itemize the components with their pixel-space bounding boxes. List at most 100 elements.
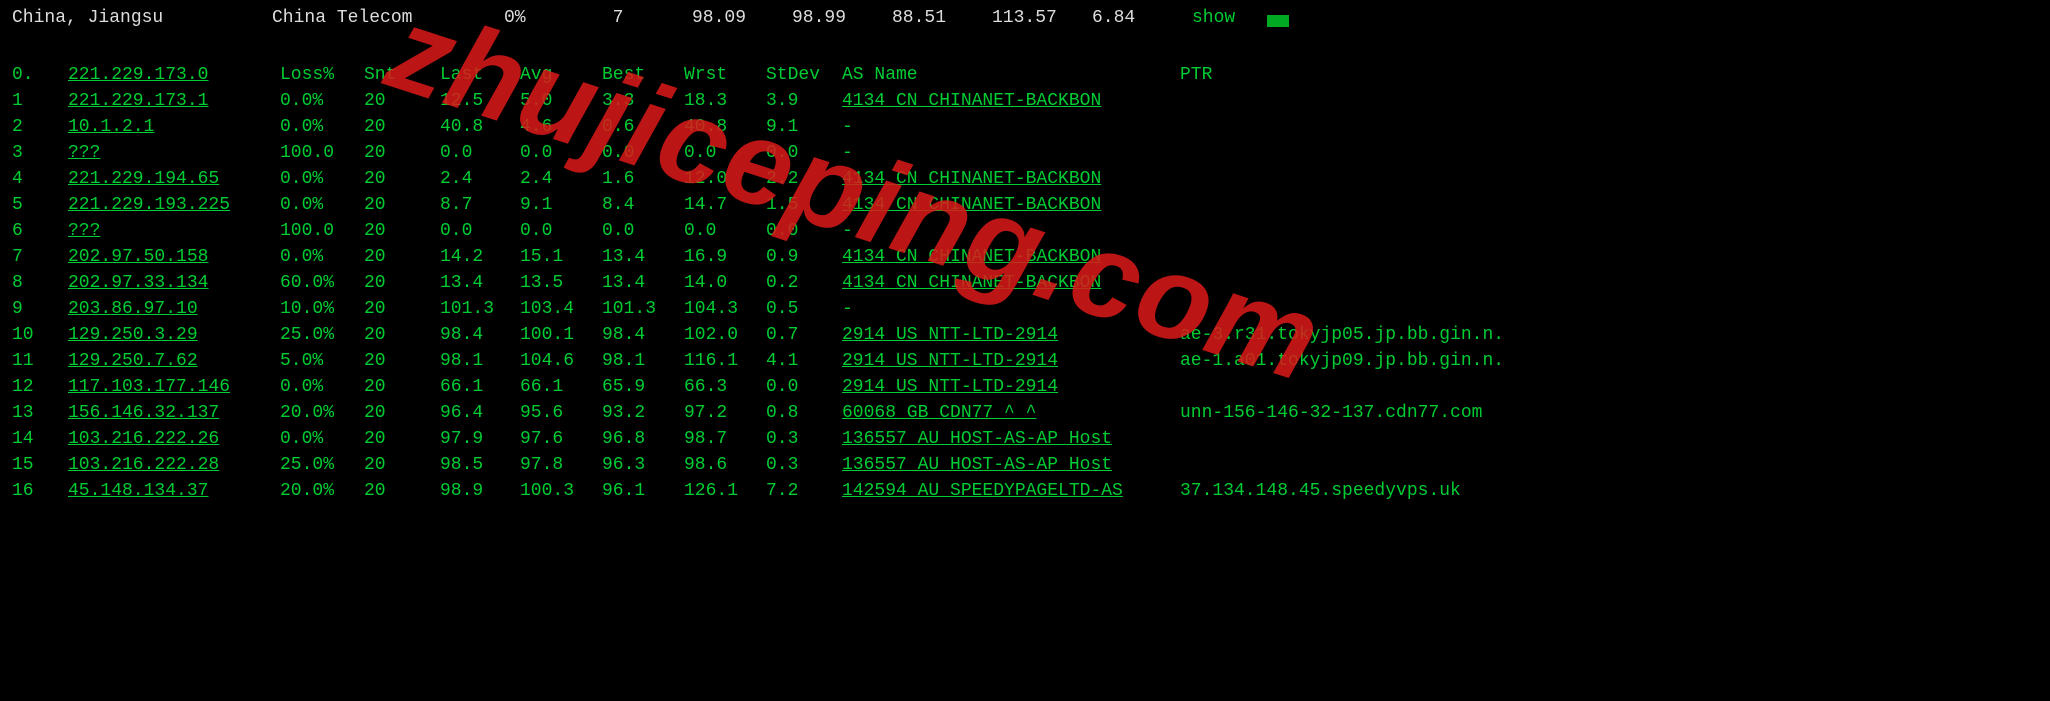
summary-stdev: 6.84 (1092, 8, 1192, 28)
loss-pct: 0.0% (280, 244, 364, 270)
last: 101.3 (440, 296, 520, 322)
ip-address[interactable]: 221.229.193.225 (68, 192, 280, 218)
ptr: ae-3.r31.tokyjp05.jp.bb.gin.n. (1180, 322, 1600, 348)
as-name[interactable]: 4134 CN CHINANET-BACKBON (842, 192, 1180, 218)
table-row: 12117.103.177.1460.0%2066.166.165.966.30… (12, 374, 1600, 400)
ptr (1180, 296, 1600, 322)
hop-number: 8 (12, 270, 68, 296)
ptr (1180, 374, 1600, 400)
best: 3.3 (602, 88, 684, 114)
col-avg: Avg (520, 62, 602, 88)
snt: 20 (364, 140, 440, 166)
ptr: unn-156-146-32-137.cdn77.com (1180, 400, 1600, 426)
table-row: 7202.97.50.1580.0%2014.215.113.416.90.94… (12, 244, 1600, 270)
avg: 104.6 (520, 348, 602, 374)
as-name: - (842, 296, 1180, 322)
avg: 95.6 (520, 400, 602, 426)
loss-pct: 25.0% (280, 322, 364, 348)
stdev: 2.2 (766, 166, 842, 192)
as-name[interactable]: 4134 CN CHINANET-BACKBON (842, 88, 1180, 114)
ip-address[interactable]: 129.250.7.62 (68, 348, 280, 374)
ptr: ae-1.a01.tokyjp09.jp.bb.gin.n. (1180, 348, 1600, 374)
as-name: - (842, 140, 1180, 166)
best: 101.3 (602, 296, 684, 322)
header-row: 0. 221.229.173.0 Loss% Snt Last Avg Best… (12, 62, 1600, 88)
ip-address[interactable]: ??? (68, 218, 280, 244)
snt: 20 (364, 218, 440, 244)
table-row: 1221.229.173.10.0%2012.55.03.318.33.9413… (12, 88, 1600, 114)
col-as: AS Name (842, 62, 1180, 88)
as-name[interactable]: 136557 AU HOST-AS-AP Host (842, 426, 1180, 452)
wrst: 40.8 (684, 114, 766, 140)
stdev: 0.3 (766, 452, 842, 478)
loss-pct: 0.0% (280, 88, 364, 114)
as-name[interactable]: 2914 US NTT-LTD-2914 (842, 374, 1180, 400)
ptr (1180, 244, 1600, 270)
hop-number: 2 (12, 114, 68, 140)
loss-pct: 0.0% (280, 166, 364, 192)
ip-address[interactable]: 129.250.3.29 (68, 322, 280, 348)
snt: 20 (364, 192, 440, 218)
summary-loss: 0% (504, 8, 580, 28)
table-row: 13156.146.32.13720.0%2096.495.693.297.20… (12, 400, 1600, 426)
as-name[interactable]: 136557 AU HOST-AS-AP Host (842, 452, 1180, 478)
col-last: Last (440, 62, 520, 88)
last: 97.9 (440, 426, 520, 452)
ip-address[interactable]: 202.97.50.158 (68, 244, 280, 270)
snt: 20 (364, 296, 440, 322)
ip-address[interactable]: 221.229.194.65 (68, 166, 280, 192)
best: 0.0 (602, 140, 684, 166)
wrst: 12.0 (684, 166, 766, 192)
ip-address[interactable]: 45.148.134.37 (68, 478, 280, 504)
snt: 20 (364, 452, 440, 478)
avg: 13.5 (520, 270, 602, 296)
table-row: 8202.97.33.13460.0%2013.413.513.414.00.2… (12, 270, 1600, 296)
ip-address[interactable]: 10.1.2.1 (68, 114, 280, 140)
last: 12.5 (440, 88, 520, 114)
ptr (1180, 192, 1600, 218)
col-best: Best (602, 62, 684, 88)
as-name[interactable]: 4134 CN CHINANET-BACKBON (842, 244, 1180, 270)
ptr (1180, 270, 1600, 296)
avg: 4.6 (520, 114, 602, 140)
ip-address[interactable]: ??? (68, 140, 280, 166)
ip-address[interactable]: 117.103.177.146 (68, 374, 280, 400)
as-name[interactable]: 4134 CN CHINANET-BACKBON (842, 166, 1180, 192)
loss-pct: 0.0% (280, 374, 364, 400)
as-name[interactable]: 60068 GB CDN77 ^_^ (842, 400, 1180, 426)
best: 8.4 (602, 192, 684, 218)
ptr: 37.134.148.45.speedyvps.uk (1180, 478, 1600, 504)
stdev: 0.7 (766, 322, 842, 348)
ip-address[interactable]: 103.216.222.28 (68, 452, 280, 478)
as-name[interactable]: 2914 US NTT-LTD-2914 (842, 322, 1180, 348)
last: 96.4 (440, 400, 520, 426)
as-name[interactable]: 142594 AU SPEEDYPAGELTD-AS (842, 478, 1180, 504)
show-link[interactable]: show (1192, 8, 1235, 28)
best: 13.4 (602, 244, 684, 270)
table-row: 1645.148.134.3720.0%2098.9100.396.1126.1… (12, 478, 1600, 504)
isp: China Telecom (272, 8, 504, 28)
best: 93.2 (602, 400, 684, 426)
stdev: 0.9 (766, 244, 842, 270)
loss-pct: 20.0% (280, 478, 364, 504)
ip-address[interactable]: 221.229.173.1 (68, 88, 280, 114)
ip-address[interactable]: 156.146.32.137 (68, 400, 280, 426)
hop-number: 16 (12, 478, 68, 504)
hop-number: 15 (12, 452, 68, 478)
col-loss: Loss% (280, 62, 364, 88)
col-ip[interactable]: 221.229.173.0 (68, 62, 280, 88)
table-row: 3???100.0200.00.00.00.00.0- (12, 140, 1600, 166)
as-name[interactable]: 2914 US NTT-LTD-2914 (842, 348, 1180, 374)
loss-pct: 0.0% (280, 192, 364, 218)
wrst: 0.0 (684, 140, 766, 166)
as-name[interactable]: 4134 CN CHINANET-BACKBON (842, 270, 1180, 296)
loss-pct: 20.0% (280, 400, 364, 426)
snt: 20 (364, 348, 440, 374)
table-row: 4221.229.194.650.0%202.42.41.612.02.2413… (12, 166, 1600, 192)
ip-address[interactable]: 203.86.97.10 (68, 296, 280, 322)
ptr (1180, 114, 1600, 140)
ip-address[interactable]: 103.216.222.26 (68, 426, 280, 452)
ip-address[interactable]: 202.97.33.134 (68, 270, 280, 296)
avg: 66.1 (520, 374, 602, 400)
stdev: 0.0 (766, 218, 842, 244)
